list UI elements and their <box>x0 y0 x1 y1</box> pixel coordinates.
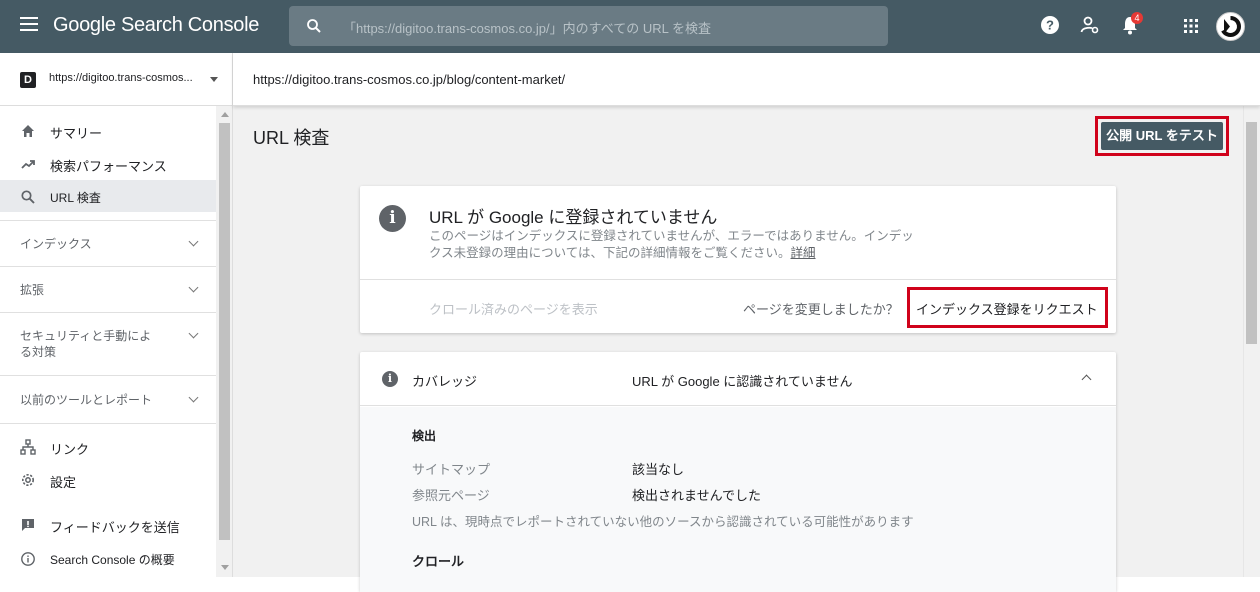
index-status-card: i URL が Google に登録されていません このページはインデックスに登… <box>360 186 1116 333</box>
sidebar-item-label: リンク <box>50 442 90 457</box>
account-avatar[interactable] <box>1216 12 1245 41</box>
chevron-down-icon <box>188 282 199 293</box>
status-title: URL が Google に登録されていません <box>429 208 718 227</box>
coverage-header[interactable]: i カバレッジ URL が Google に認識されていません <box>360 352 1116 406</box>
gear-icon <box>22 474 34 486</box>
avatar-logo-icon <box>1221 16 1241 37</box>
sitemap-label: サイトマップ <box>412 462 491 477</box>
search-input[interactable]: 「https://digitoo.trans-cosmos.co.jp/」内のす… <box>343 18 711 37</box>
chevron-down-icon <box>188 236 199 247</box>
view-crawled-page-link[interactable]: クロール済みのページを表示 <box>429 299 598 318</box>
coverage-card: i カバレッジ URL が Google に認識されていません 検出 サイトマッ… <box>360 352 1116 592</box>
search-icon <box>21 190 35 204</box>
sidebar-item-links[interactable]: リンク <box>0 430 216 462</box>
scroll-down-icon[interactable] <box>221 565 229 570</box>
property-logo-icon: D <box>20 72 36 88</box>
discovery-heading: 検出 <box>412 429 437 443</box>
sidebar-item-label: Search Console の概要 <box>50 553 175 567</box>
feedback-icon <box>22 519 34 531</box>
property-name: https://digitoo.trans-cosmos... <box>49 72 193 84</box>
highlight-box: 公開 URL をテスト <box>1095 116 1229 156</box>
info-icon <box>21 552 35 566</box>
help-icon[interactable]: ? <box>1040 15 1060 35</box>
links-icon <box>20 439 36 455</box>
home-icon <box>22 125 34 137</box>
status-description: このページはインデックスに登録されていませんが、エラーではありません。インデック… <box>429 229 914 260</box>
sidebar-item-label: サマリー <box>50 126 103 141</box>
discovery-note: URL は、現時点でレポートされていない他のソースから認識されている可能性があり… <box>412 515 914 529</box>
sidebar-item-label: フィードバックを送信 <box>50 520 180 535</box>
top-app-bar: Google Search Console 「https://digitoo.t… <box>0 0 1260 53</box>
apps-grid-icon[interactable] <box>1184 19 1198 33</box>
trending-up-icon <box>21 160 35 169</box>
sidebar-item-feedback[interactable]: フィードバックを送信 <box>0 508 216 540</box>
search-icon <box>307 19 321 33</box>
menu-icon[interactable] <box>20 17 38 31</box>
search-bar[interactable]: 「https://digitoo.trans-cosmos.co.jp/」内のす… <box>289 6 888 46</box>
page-title: URL 検査 <box>253 128 330 148</box>
crawl-heading: クロール <box>412 554 465 569</box>
sidebar-divider <box>0 423 216 424</box>
svg-text:?: ? <box>1046 18 1054 33</box>
main-scrollbar-thumb[interactable] <box>1246 122 1257 344</box>
sidebar-section-label: 以前のツールとレポート <box>20 393 153 407</box>
sidebar-item-performance[interactable]: 検索パフォーマンス <box>0 147 216 179</box>
chevron-up-icon[interactable] <box>1081 374 1092 385</box>
info-icon: i <box>382 371 398 387</box>
inspected-url: https://digitoo.trans-cosmos.co.jp/blog/… <box>253 72 566 87</box>
sidebar-item-about[interactable]: Search Console の概要 <box>0 542 216 574</box>
test-live-url-button[interactable]: 公開 URL をテスト <box>1101 122 1223 150</box>
chevron-down-icon <box>188 392 199 403</box>
sidebar-item-summary[interactable]: サマリー <box>0 114 216 146</box>
detail-link[interactable]: 詳細 <box>791 246 816 260</box>
highlight-box: インデックス登録をリクエスト <box>907 287 1108 328</box>
dropdown-caret-icon <box>210 77 218 82</box>
sidebar-item-url-inspection[interactable]: URL 検査 <box>0 180 216 212</box>
sidebar-section-legacy-tools[interactable]: 以前のツールとレポート <box>0 375 216 423</box>
request-indexing-button[interactable]: インデックス登録をリクエスト <box>916 299 1098 318</box>
referring-page-label: 参照元ページ <box>412 488 490 503</box>
chevron-down-icon <box>188 328 199 339</box>
sidebar-section-label: インデックス <box>20 237 92 251</box>
main-scrollbar[interactable] <box>1243 106 1260 577</box>
sidebar-item-label: URL 検査 <box>50 191 101 205</box>
coverage-label: カバレッジ <box>412 374 478 389</box>
scroll-up-icon[interactable] <box>221 112 229 117</box>
info-icon: i <box>379 205 406 232</box>
divider <box>360 279 1116 280</box>
sidebar-item-label: 設定 <box>50 475 77 490</box>
sidebar-scrollbar-thumb[interactable] <box>219 123 230 540</box>
referring-page-value: 検出されませんでした <box>632 488 761 503</box>
app-logo[interactable]: Google Search Console <box>53 14 259 37</box>
sidebar-section-label: セキュリティと手動による対策 <box>20 329 152 359</box>
sidebar: サマリー 検索パフォーマンス URL 検査 インデックス 拡張 セキュリティと手… <box>0 106 233 577</box>
inspected-url-bar: https://digitoo.trans-cosmos.co.jp/blog/… <box>233 53 1260 106</box>
sidebar-section-enhancements[interactable]: 拡張 <box>0 266 216 312</box>
coverage-details: 検出 サイトマップ 該当なし 参照元ページ 検出されませんでした URL は、現… <box>360 407 1116 592</box>
sidebar-section-security[interactable]: セキュリティと手動による対策 <box>0 312 216 375</box>
sidebar-item-label: 検索パフォーマンス <box>50 159 167 174</box>
sidebar-section-index[interactable]: インデックス <box>0 220 216 266</box>
notification-badge: 4 <box>1131 12 1143 24</box>
coverage-value: URL が Google に認識されていません <box>632 374 853 389</box>
sidebar-section-label: 拡張 <box>20 283 45 297</box>
sitemap-value: 該当なし <box>632 462 685 477</box>
property-selector[interactable]: D https://digitoo.trans-cosmos... <box>0 53 233 106</box>
user-settings-icon[interactable] <box>1080 15 1100 35</box>
sidebar-item-settings[interactable]: 設定 <box>0 463 216 495</box>
page-changed-text: ページを変更しましたか？ <box>743 302 899 317</box>
main-content: URL 検査 公開 URL をテスト i URL が Google に登録されて… <box>233 106 1243 592</box>
